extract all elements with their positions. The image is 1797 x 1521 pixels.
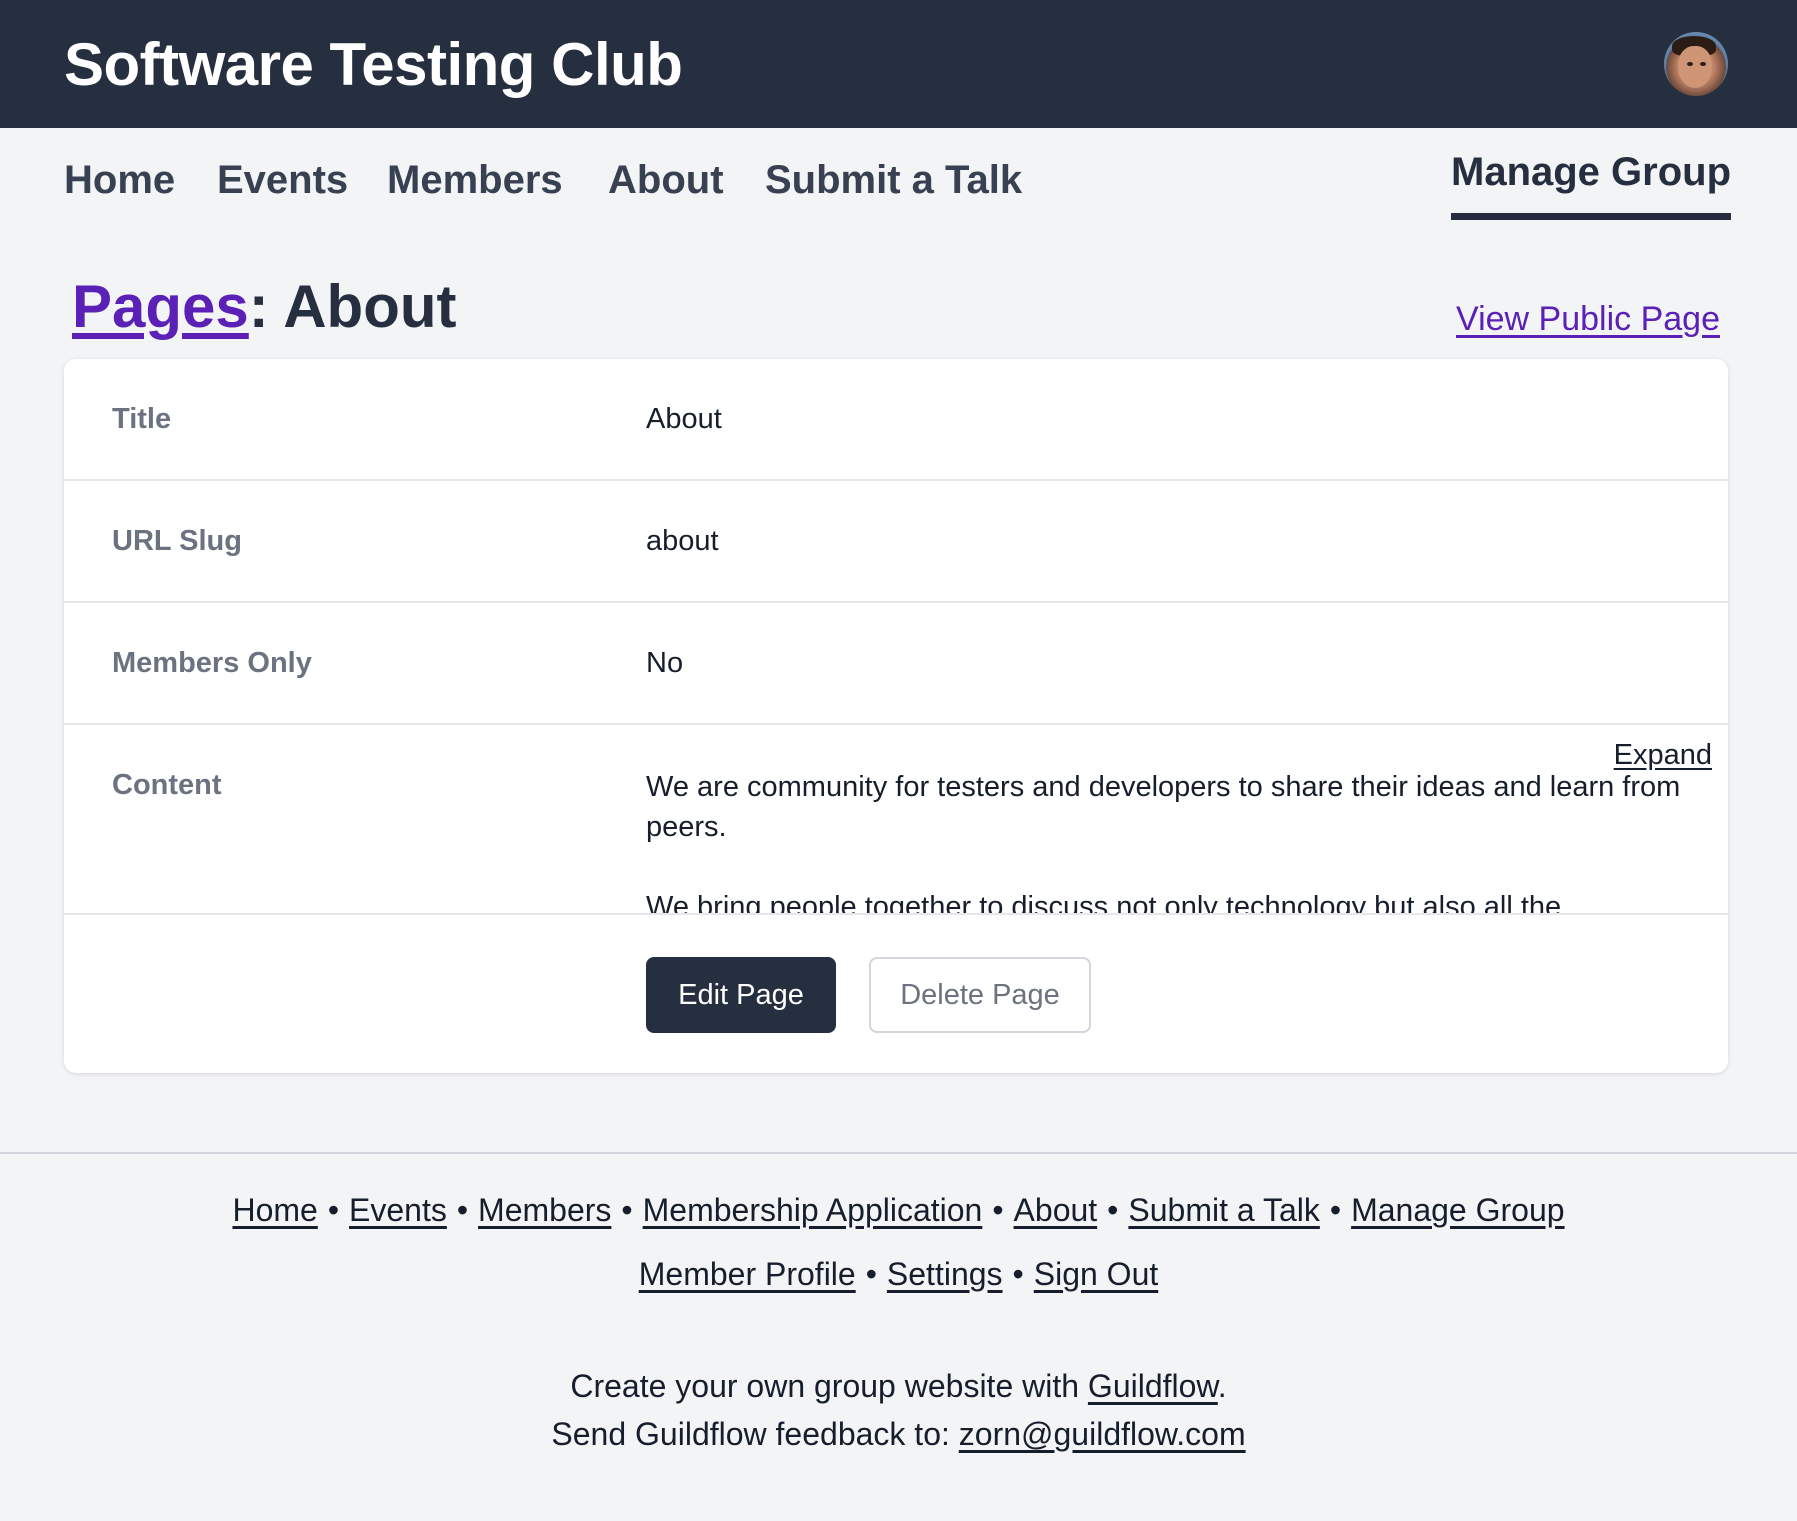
site-title[interactable]: Software Testing Club [64,30,683,99]
detail-label: Content [112,769,222,801]
content-paragraph: We bring people together to discuss not … [646,891,1562,915]
nav-item-home[interactable]: Home [64,158,175,203]
top-header-bar: Software Testing Club [0,0,1797,128]
detail-row-url-slug: URL Slug about [64,479,1728,601]
nav-item-members[interactable]: Members [387,158,563,203]
avatar-eye-shape [1700,62,1706,66]
footer-link-members[interactable]: Members [478,1192,611,1228]
footer-separator: • [1329,1192,1342,1228]
detail-value: No [646,647,684,679]
content-text: We are community for testers and develop… [646,767,1686,915]
nav-item-events[interactable]: Events [217,158,348,203]
detail-row-title: Title About [64,359,1728,479]
footer-separator: • [992,1192,1004,1228]
avatar-eye-shape [1687,62,1693,66]
footer-separator: • [1107,1192,1119,1228]
detail-label: Members Only [112,647,312,679]
footer-link-settings[interactable]: Settings [887,1256,1003,1292]
avatar-face-shape [1678,46,1712,88]
guildflow-link[interactable]: Guildflow [1088,1368,1218,1404]
page-title: Pages: About [72,272,456,341]
nav-item-submit-talk[interactable]: Submit a Talk [765,158,1022,203]
detail-label: Title [112,403,172,435]
footer-link-member-profile[interactable]: Member Profile [639,1256,856,1292]
nav-item-manage-group[interactable]: Manage Group [1451,150,1732,220]
page-details-card: Title About URL Slug about Members Only … [64,359,1728,1073]
footer-link-home[interactable]: Home [232,1192,317,1228]
detail-label: URL Slug [112,525,242,557]
content-preview: We are community for testers and develop… [646,767,1686,915]
breadcrumb-pages-link[interactable]: Pages [72,273,249,340]
footer-links-primary: Home • Events • Members • Membership Applicati… [0,1192,1797,1229]
user-avatar[interactable] [1664,32,1728,96]
footer-link-sign-out[interactable]: Sign Out [1034,1256,1159,1292]
footer-link-membership-application[interactable]: Membership Application [643,1192,983,1228]
footer-links-account: Member Profile • Settings • Sign Out [0,1256,1797,1293]
footer-feedback: Send Guildflow feedback to: zorn@guildfl… [0,1416,1797,1453]
footer-link-about[interactable]: About [1014,1192,1098,1228]
content-paragraph: We are community for testers and develop… [646,771,1681,843]
detail-value: About [646,403,722,435]
footer-link-events[interactable]: Events [349,1192,447,1228]
view-public-page-link[interactable]: View Public Page [1456,300,1720,339]
footer-separator: • [1012,1256,1024,1292]
promo-text: Create your own group website with [570,1368,1088,1404]
promo-suffix: . [1217,1368,1227,1404]
footer-separator: • [621,1192,633,1228]
detail-row-members-only: Members Only No [64,601,1728,723]
footer-separator: • [865,1256,877,1292]
detail-row-content: Content Expand We are community for test… [64,723,1728,915]
title-separator: : [248,273,284,340]
delete-page-button[interactable]: Delete Page [869,957,1091,1033]
footer-link-manage-group[interactable]: Manage Group [1351,1192,1564,1228]
edit-page-button[interactable]: Edit Page [646,957,836,1033]
footer-separator: • [456,1192,469,1228]
page-title-text: About [283,273,457,340]
feedback-email-link[interactable]: zorn@guildflow.com [959,1416,1246,1452]
footer-divider [0,1152,1797,1154]
footer-link-submit-talk[interactable]: Submit a Talk [1128,1192,1320,1228]
detail-value: about [646,525,719,557]
footer-promo: Create your own group website with Guild… [0,1368,1797,1405]
feedback-text: Send Guildflow feedback to: [551,1416,959,1452]
footer-separator: • [327,1192,340,1228]
nav-item-about[interactable]: About [608,158,724,203]
